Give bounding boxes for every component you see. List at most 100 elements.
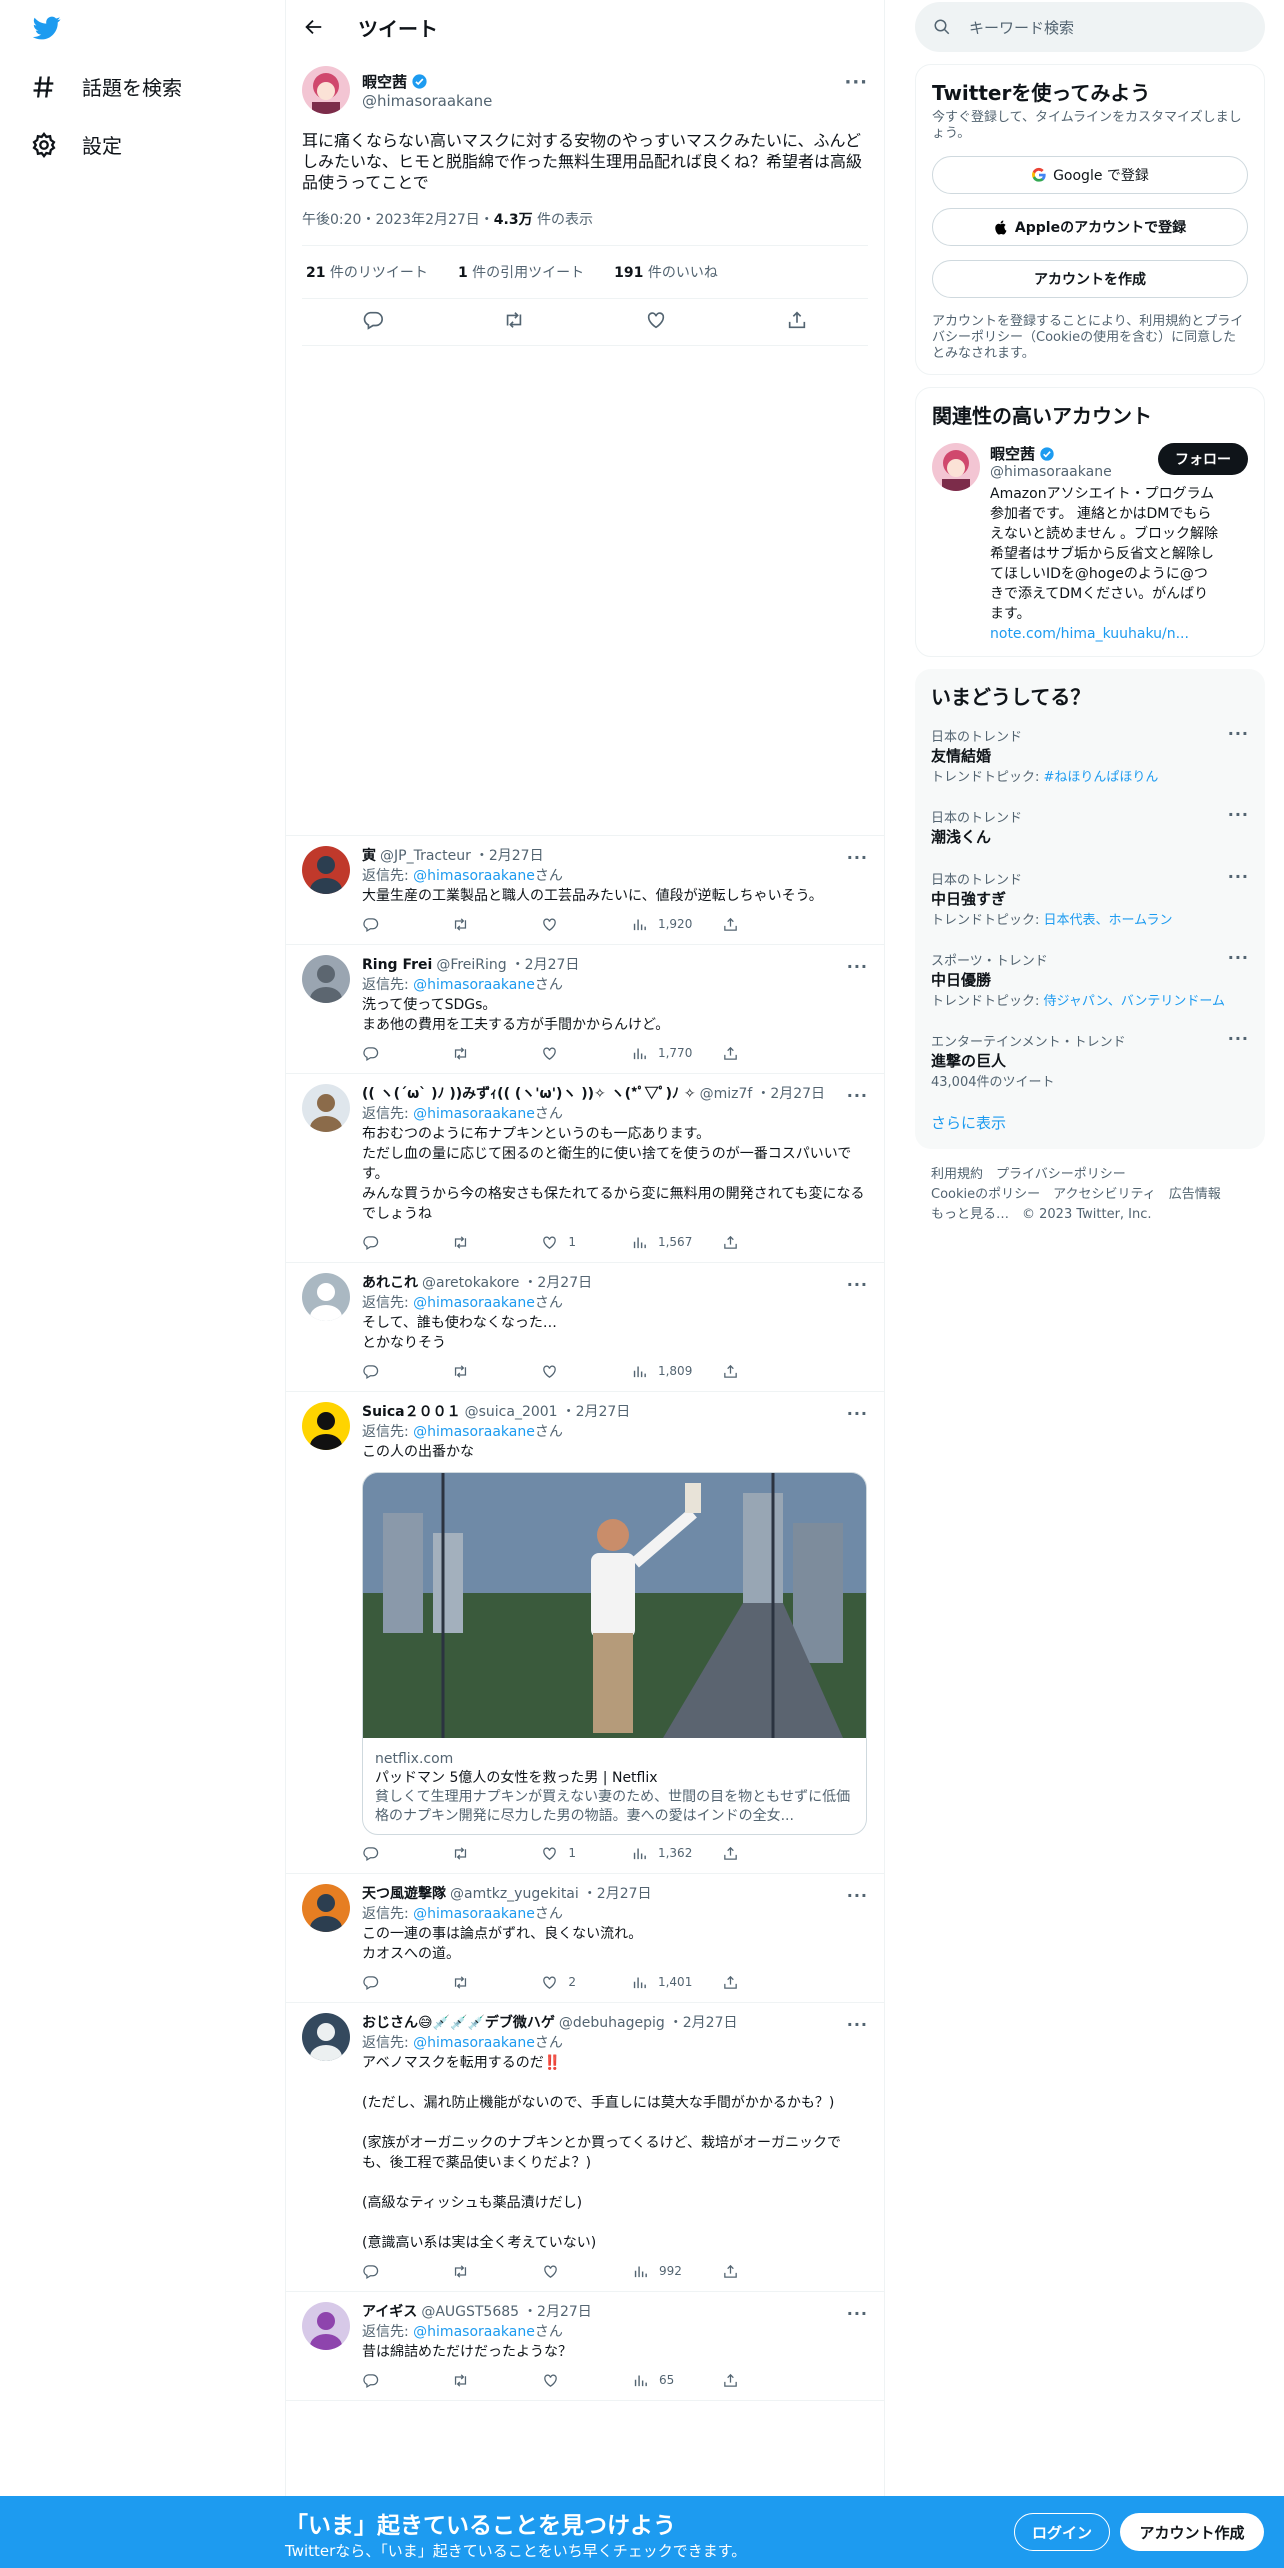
- share-button[interactable]: [722, 1232, 782, 1252]
- retweet-button[interactable]: [452, 1043, 512, 1063]
- trend-topics[interactable]: #ねほりんぱほりん: [1044, 770, 1159, 785]
- avatar[interactable]: [302, 955, 350, 1003]
- reply-tweet[interactable]: おじさん😅💉💉💉デブ微ハゲ @debuhagepig ・2月27日 返信先: @hi…: [286, 2003, 884, 2292]
- like-button[interactable]: [541, 1361, 601, 1381]
- reply-author-handle[interactable]: @miz7f: [700, 1084, 753, 1104]
- nav-explore[interactable]: 話題を検索: [30, 72, 182, 101]
- views-button[interactable]: 1,809: [631, 1361, 692, 1381]
- views-button[interactable]: 1,362: [631, 1843, 692, 1863]
- reply-author-name[interactable]: 天つ風遊撃隊: [362, 1884, 446, 1904]
- reply-date[interactable]: ・2月27日: [583, 1884, 652, 1904]
- author-name[interactable]: 暇空茜: [362, 71, 407, 92]
- retweet-button[interactable]: [452, 2261, 512, 2281]
- like-button[interactable]: 2: [541, 1972, 601, 1992]
- reply-button[interactable]: [362, 1843, 422, 1863]
- views-button[interactable]: 65: [632, 2370, 692, 2390]
- reply-date[interactable]: ・2月27日: [511, 955, 580, 975]
- follow-button[interactable]: フォロー: [1158, 443, 1248, 475]
- reply-button[interactable]: [362, 1043, 422, 1063]
- more-options-icon[interactable]: ···: [847, 2304, 868, 2323]
- views-button[interactable]: 1,920: [631, 914, 692, 934]
- reply-icon[interactable]: [362, 309, 384, 331]
- retweet-button[interactable]: [452, 2370, 512, 2390]
- reply-author-handle[interactable]: @amtkz_yugekitai: [450, 1884, 579, 1904]
- more-options-icon[interactable]: ···: [847, 1275, 868, 1294]
- reply-button[interactable]: [362, 1232, 422, 1252]
- nav-settings[interactable]: 設定: [30, 130, 122, 159]
- reply-tweet[interactable]: 寅 @JP_Tracteur ・2月27日 返信先: @himasoraakaneさ…: [286, 836, 884, 945]
- reply-author-handle[interactable]: @debuhagepig: [559, 2013, 665, 2033]
- reply-tweet[interactable]: Ring Frei @FreiRing ・2月27日 返信先: @himasoraa…: [286, 945, 884, 1074]
- related-account[interactable]: 暇空茜 @himasoraakane Amazonアソシエイト・プログラム参加者…: [932, 443, 1248, 644]
- reply-to-handle[interactable]: @himasoraakane: [413, 1295, 535, 1311]
- retweet-button[interactable]: [452, 1843, 512, 1863]
- login-button[interactable]: ログイン: [1014, 2513, 1110, 2551]
- share-button[interactable]: [722, 914, 782, 934]
- google-signup-button[interactable]: Google で登録: [932, 156, 1248, 194]
- reply-date[interactable]: ・2月27日: [562, 1402, 631, 1422]
- reply-author-handle[interactable]: @FreiRing: [436, 955, 506, 975]
- reply-to-handle[interactable]: @himasoraakane: [413, 868, 535, 884]
- reply-author-handle[interactable]: @suica_2001: [465, 1402, 558, 1422]
- more-options-icon[interactable]: ···: [847, 957, 868, 976]
- reply-tweet[interactable]: アイギス @AUGST5685 ・2月27日 返信先: @himasoraakane…: [286, 2292, 884, 2401]
- reply-date[interactable]: ・2月27日: [475, 846, 544, 866]
- footer-line-1[interactable]: 利用規約 プライバシーポリシー: [931, 1165, 1249, 1185]
- reply-author-handle[interactable]: @JP_Tracteur: [380, 846, 471, 866]
- search-input[interactable]: キーワード検索: [969, 17, 1074, 38]
- avatar[interactable]: [302, 2013, 350, 2061]
- like-button[interactable]: 1: [541, 1843, 601, 1863]
- trend-topics[interactable]: 日本代表、ホームラン: [1044, 913, 1173, 928]
- views-button[interactable]: 1,567: [631, 1232, 692, 1252]
- avatar[interactable]: [302, 2302, 350, 2350]
- avatar[interactable]: [932, 443, 980, 491]
- reply-author-handle[interactable]: @aretokakore: [422, 1273, 519, 1293]
- reply-author-name[interactable]: おじさん😅💉💉💉デブ微ハゲ: [362, 2013, 555, 2033]
- reply-tweet[interactable]: (( ヽ(´ω` )ﾉ ))みずｨ(( (ヽ'ω')ヽ ))✧ ヽ(*ﾟ▽ﾟ)ﾉ…: [286, 1074, 884, 1263]
- more-options-icon[interactable]: ···: [1228, 805, 1249, 824]
- reply-tweet[interactable]: Suica２００１ @suica_2001 ・2月27日 返信先: @himasor…: [286, 1392, 884, 1874]
- retweet-button[interactable]: [452, 1972, 512, 1992]
- avatar[interactable]: [302, 1273, 350, 1321]
- more-options-icon[interactable]: ···: [1228, 724, 1249, 743]
- avatar[interactable]: [302, 1884, 350, 1932]
- quote-count-link[interactable]: 1 件の引用ツイート: [458, 262, 584, 282]
- tweet-timestamp[interactable]: 午後0:20・2023年2月27日・: [302, 212, 494, 228]
- create-account-button[interactable]: アカウントを作成: [932, 260, 1248, 298]
- reply-date[interactable]: ・2月27日: [523, 1273, 592, 1293]
- views-button[interactable]: 1,770: [631, 1043, 692, 1063]
- reply-author-name[interactable]: Ring Frei: [362, 955, 432, 975]
- more-options-icon[interactable]: ···: [1228, 1029, 1249, 1048]
- share-button[interactable]: [722, 2261, 782, 2281]
- trend-topics[interactable]: 侍ジャパン、バンテリンドーム: [1044, 994, 1225, 1009]
- retweet-button[interactable]: [452, 1232, 512, 1252]
- trend-item[interactable]: スポーツ・トレンド 中日優勝 トレンドトピック: 侍ジャパン、バンテリンドーム …: [931, 944, 1249, 1015]
- views-button[interactable]: 1,401: [631, 1972, 692, 1992]
- like-button[interactable]: 1: [541, 1232, 601, 1252]
- reply-button[interactable]: [362, 1972, 422, 1992]
- reply-date[interactable]: ・2月27日: [669, 2013, 738, 2033]
- reply-to-handle[interactable]: @himasoraakane: [413, 1424, 535, 1440]
- reply-button[interactable]: [362, 1361, 422, 1381]
- link-card[interactable]: netflix.com パッドマン 5億人の女性を救った男 | Netflix …: [362, 1472, 867, 1835]
- like-icon[interactable]: [645, 309, 667, 331]
- reply-to-handle[interactable]: @himasoraakane: [413, 1906, 535, 1922]
- reply-author-name[interactable]: アイギス: [362, 2302, 417, 2322]
- share-button[interactable]: [722, 1361, 782, 1381]
- reply-date[interactable]: ・2月27日: [523, 2302, 592, 2322]
- reply-button[interactable]: [362, 2370, 422, 2390]
- avatar[interactable]: [302, 1084, 350, 1132]
- avatar[interactable]: [302, 846, 350, 894]
- reply-to-handle[interactable]: @himasoraakane: [413, 977, 535, 993]
- back-arrow-icon[interactable]: [302, 16, 324, 38]
- reply-to-handle[interactable]: @himasoraakane: [413, 1106, 535, 1122]
- related-bio-link[interactable]: note.com/hima_kuuhaku/n...: [990, 626, 1189, 642]
- reply-author-name[interactable]: (( ヽ(´ω` )ﾉ ))みずｨ(( (ヽ'ω')ヽ ))✧ ヽ(*ﾟ▽ﾟ)ﾉ…: [362, 1084, 696, 1104]
- reply-to-handle[interactable]: @himasoraakane: [413, 2035, 535, 2051]
- reply-date[interactable]: ・2月27日: [756, 1084, 825, 1104]
- more-options-icon[interactable]: ···: [847, 1886, 868, 1905]
- reply-tweet[interactable]: あれこれ @aretokakore ・2月27日 返信先: @himasoraaka…: [286, 1263, 884, 1392]
- trend-item[interactable]: 日本のトレンド 中日強すぎ トレンドトピック: 日本代表、ホームラン ···: [931, 863, 1249, 934]
- like-button[interactable]: [541, 914, 601, 934]
- reply-to-handle[interactable]: @himasoraakane: [413, 2324, 535, 2340]
